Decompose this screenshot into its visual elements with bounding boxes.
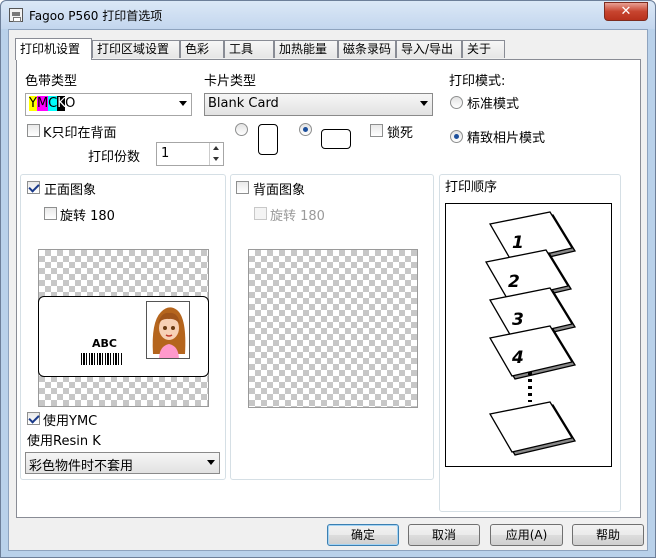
ribbon-letter-m: M [36,96,49,111]
copies-label: 打印份数 [88,150,141,165]
resin-k-value: 彩色物件时不套用 [29,459,134,474]
use-ymc-checkbox[interactable] [27,412,40,425]
print-order-diagram: 1 2 3 4 [445,203,612,467]
tab-tools[interactable]: 工具 [224,40,274,58]
standard-mode-radio[interactable] [450,96,463,109]
tab-about[interactable]: 关于 [462,40,505,58]
k-back-only-label: K只印在背面 [43,126,117,141]
front-rotate-label: 旋转 180 [60,209,115,224]
help-button[interactable]: 帮助 [572,524,644,546]
copies-spin-buttons[interactable] [209,143,223,165]
ribbon-letter-c: C [48,96,58,111]
tab-printer-settings[interactable]: 打印机设置 [15,38,92,60]
back-rotate-label: 旋转 180 [270,209,325,224]
resin-k-select[interactable]: 彩色物件时不套用 [25,452,220,474]
ribbon-letter-y: Y [29,96,37,111]
back-image-preview [248,249,418,408]
front-image-checkbox[interactable] [27,181,40,194]
landscape-card-icon [321,129,351,149]
ribbon-letter-o: O [65,96,76,111]
ribbon-type-label: 色带类型 [25,74,78,89]
standard-mode-label: 标准模式 [467,97,520,112]
front-image-label: 正面图象 [44,183,97,198]
chevron-down-icon [179,101,187,106]
photo-mode-label: 精致相片模式 [467,131,546,146]
print-mode-label: 打印模式: [449,74,506,89]
chevron-down-icon [207,460,215,465]
use-resin-k-label: 使用Resin K [27,434,101,449]
ok-button[interactable]: 确定 [327,524,399,546]
order-step-1: 1 [512,233,524,253]
portrait-orientation-radio[interactable] [235,123,248,136]
back-rotate-checkbox[interactable] [254,207,267,220]
ribbon-type-select[interactable]: YMCKO [25,93,192,116]
ribbon-type-value: YMCKO [29,96,76,111]
card-type-value: Blank Card [208,96,279,111]
cancel-button[interactable]: 取消 [408,524,480,546]
apply-button[interactable]: 应用(A) [490,524,563,546]
chevron-down-icon [420,101,428,106]
printer-settings-panel: 色带类型 YMCKO 卡片类型 Blank Card 打印模式: 标准模式 精致… [16,59,641,518]
landscape-orientation-radio[interactable] [299,123,312,136]
print-order-label: 打印顺序 [445,180,498,195]
window-title: Fagoo P560 打印首选项 [29,9,163,23]
ribbon-letter-k: K [57,96,66,111]
copies-spinner[interactable]: 1 [156,142,224,166]
lock-checkbox[interactable] [370,124,383,137]
card-type-select[interactable]: Blank Card [204,93,433,116]
back-image-label: 背面图象 [253,183,306,198]
tab-print-area[interactable]: 打印区域设置 [92,40,180,58]
close-button[interactable]: ✕ [604,2,648,21]
k-back-only-checkbox[interactable] [27,124,40,137]
order-step-2: 2 [508,272,520,292]
printer-icon [9,8,23,22]
tab-magstripe[interactable]: 磁条录码 [338,40,396,58]
lock-label: 锁死 [387,126,414,141]
use-ymc-label: 使用YMC [43,414,98,429]
ribbon-letters: YMCKO [29,96,76,111]
tab-heating-energy[interactable]: 加热能量 [274,40,338,58]
card-type-label: 卡片类型 [204,74,257,89]
photo-mode-radio[interactable] [450,130,463,143]
tab-color[interactable]: 色彩 [180,40,224,58]
arrow-down-icon[interactable] [213,157,219,161]
sample-card-text: ABC [92,337,117,350]
copies-value: 1 [161,146,170,161]
portrait-card-icon [258,124,278,155]
sample-portrait [146,301,190,359]
arrow-up-icon[interactable] [213,146,219,150]
sample-card: ABC [38,296,209,377]
order-step-3: 3 [512,310,524,330]
back-image-checkbox[interactable] [236,181,249,194]
front-rotate-checkbox[interactable] [44,207,57,220]
title-bar[interactable]: Fagoo P560 打印首选项 ✕ [1,1,655,29]
portrait-image [147,302,189,358]
print-order-illustration: 1 2 3 4 [484,211,577,456]
dialog-client-area: 打印机设置 打印区域设置 色彩 工具 加热能量 磁条录码 导入/导出 关于 色带… [8,29,648,551]
printer-preferences-window: Fagoo P560 打印首选项 ✕ 打印机设置 打印区域设置 色彩 工具 加热… [0,0,656,558]
barcode-graphic [81,353,123,365]
order-step-4: 4 [511,348,524,368]
tab-import-export[interactable]: 导入/导出 [396,40,462,58]
